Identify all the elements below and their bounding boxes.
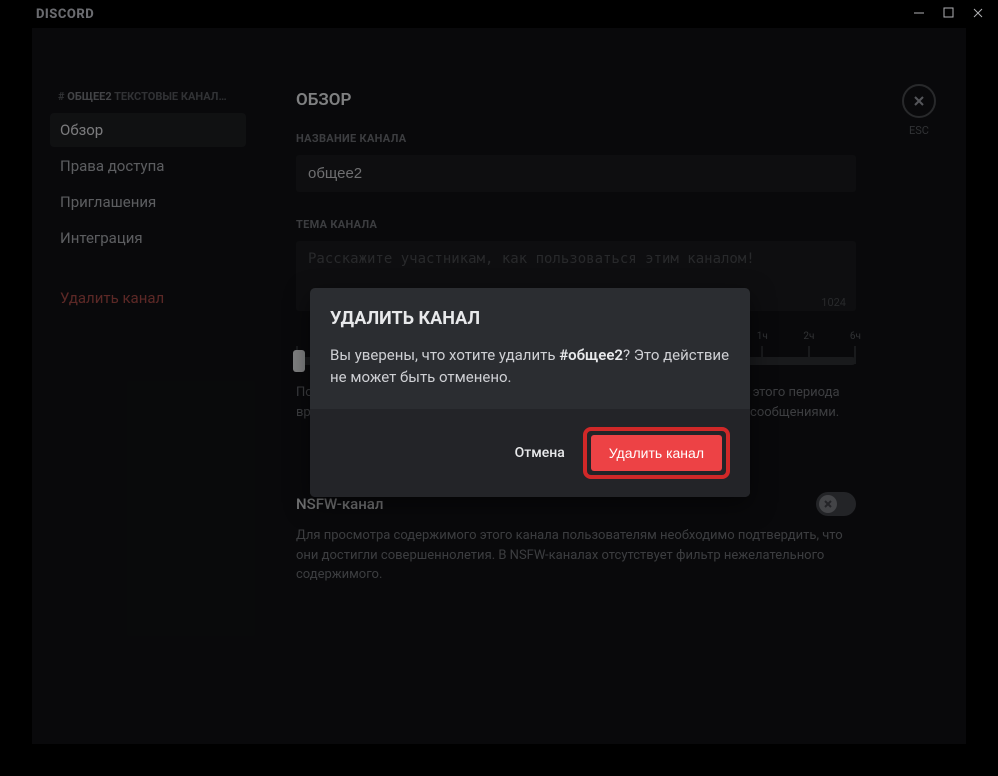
confirm-delete-button[interactable]: Удалить канал — [591, 435, 722, 471]
titlebar: DISCORD — [0, 0, 998, 28]
delete-channel-modal: УДАЛИТЬ КАНАЛ Вы уверены, что хотите уда… — [310, 288, 750, 497]
modal-footer: Отмена Удалить канал — [310, 409, 750, 497]
minimize-icon[interactable] — [913, 7, 925, 22]
maximize-icon[interactable] — [943, 7, 954, 21]
modal-title: УДАЛИТЬ КАНАЛ — [330, 308, 730, 329]
app-logo: DISCORD — [36, 7, 94, 22]
window-controls — [913, 7, 984, 22]
cancel-button[interactable]: Отмена — [515, 445, 565, 461]
delete-button-highlight: Удалить канал — [583, 427, 730, 479]
close-window-icon[interactable] — [972, 7, 984, 22]
modal-text: Вы уверены, что хотите удалить #общее2? … — [330, 345, 730, 389]
settings-frame: # ОБЩЕЕ2 ТЕКСТОВЫЕ КАНАЛ… Обзор Права до… — [32, 28, 966, 744]
